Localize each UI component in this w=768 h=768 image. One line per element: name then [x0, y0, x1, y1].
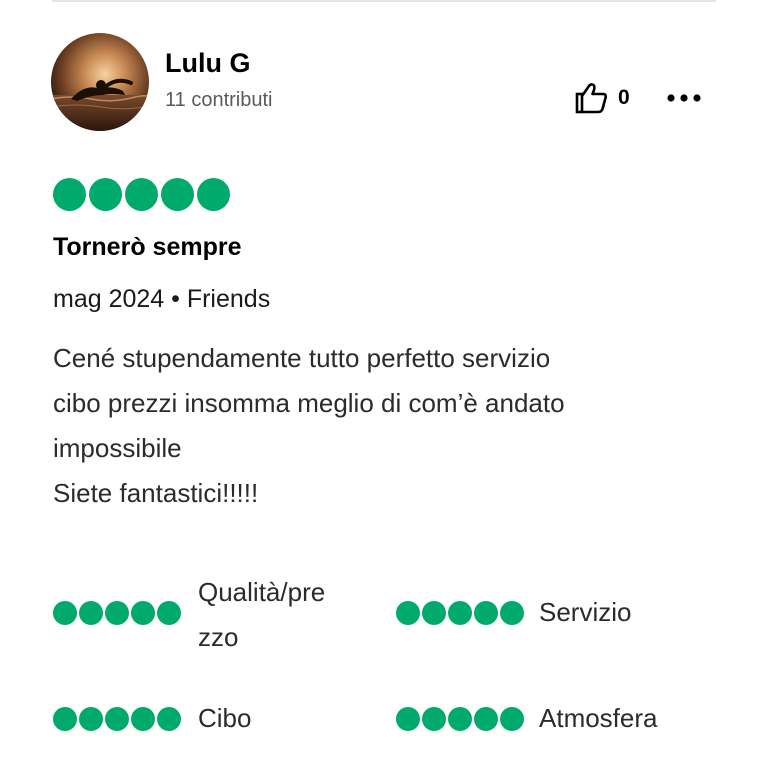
rating-bubble [500, 601, 524, 625]
sub-rating-bubbles [396, 707, 524, 731]
rating-bubble [161, 178, 194, 211]
sub-rating-label: Qualità/pre [198, 577, 326, 607]
rating-bubble [474, 707, 498, 731]
rating-bubble [396, 707, 420, 731]
rating-bubble [500, 707, 524, 731]
more-options-button[interactable] [664, 84, 704, 112]
rating-bubble [53, 601, 77, 625]
rating-bubble [79, 601, 103, 625]
rating-bubble [89, 178, 122, 211]
rating-bubble [197, 178, 230, 211]
rating-bubble [131, 601, 155, 625]
rating-bubble [448, 707, 472, 731]
rating-bubble [157, 601, 181, 625]
review-body: Cené stupendamente tutto perfetto serviz… [53, 336, 733, 516]
rating-bubble [105, 601, 129, 625]
rating-bubble [105, 707, 129, 731]
rating-bubble [125, 178, 158, 211]
review-title: Tornerò sempre [53, 233, 242, 261]
rating-bubble [157, 707, 181, 731]
top-divider [52, 0, 716, 2]
sub-rating-bubbles [396, 601, 524, 625]
review-body-line: Cené stupendamente tutto perfetto serviz… [53, 343, 551, 373]
rating-bubble [422, 707, 446, 731]
review-body-line: Siete fantastici!!!!! [53, 478, 259, 508]
more-options-icon [667, 94, 701, 102]
avatar[interactable] [51, 33, 149, 131]
rating-bubble [448, 601, 472, 625]
sub-rating-label: Atmosfera [539, 703, 658, 733]
sub-rating-label: zzo [198, 622, 239, 652]
helpful-button[interactable]: 0 [574, 80, 630, 116]
review-body-line: cibo prezzi insomma meglio di com’è anda… [53, 388, 565, 418]
review-body-line: impossibile [53, 433, 182, 463]
user-name[interactable]: Lulu G [165, 46, 250, 80]
rating-bubble [131, 707, 155, 731]
review-meta: mag 2024 • Friends [53, 285, 271, 313]
sub-rating-bubbles [53, 707, 181, 731]
rating-bubble [422, 601, 446, 625]
sub-rating-bubbles [53, 601, 181, 625]
sub-rating-label: Servizio [539, 597, 632, 627]
rating-bubble [79, 707, 103, 731]
rating-bubbles [53, 178, 230, 211]
helpful-count: 0 [618, 86, 630, 109]
rating-bubble [396, 601, 420, 625]
avatar-photo [51, 33, 149, 131]
rating-bubble [474, 601, 498, 625]
rating-bubble [53, 178, 86, 211]
sub-rating-label: Cibo [198, 703, 252, 733]
thumbs-up-icon [575, 83, 608, 114]
contributions-count: 11 contributi [165, 89, 273, 111]
rating-bubble [53, 707, 77, 731]
